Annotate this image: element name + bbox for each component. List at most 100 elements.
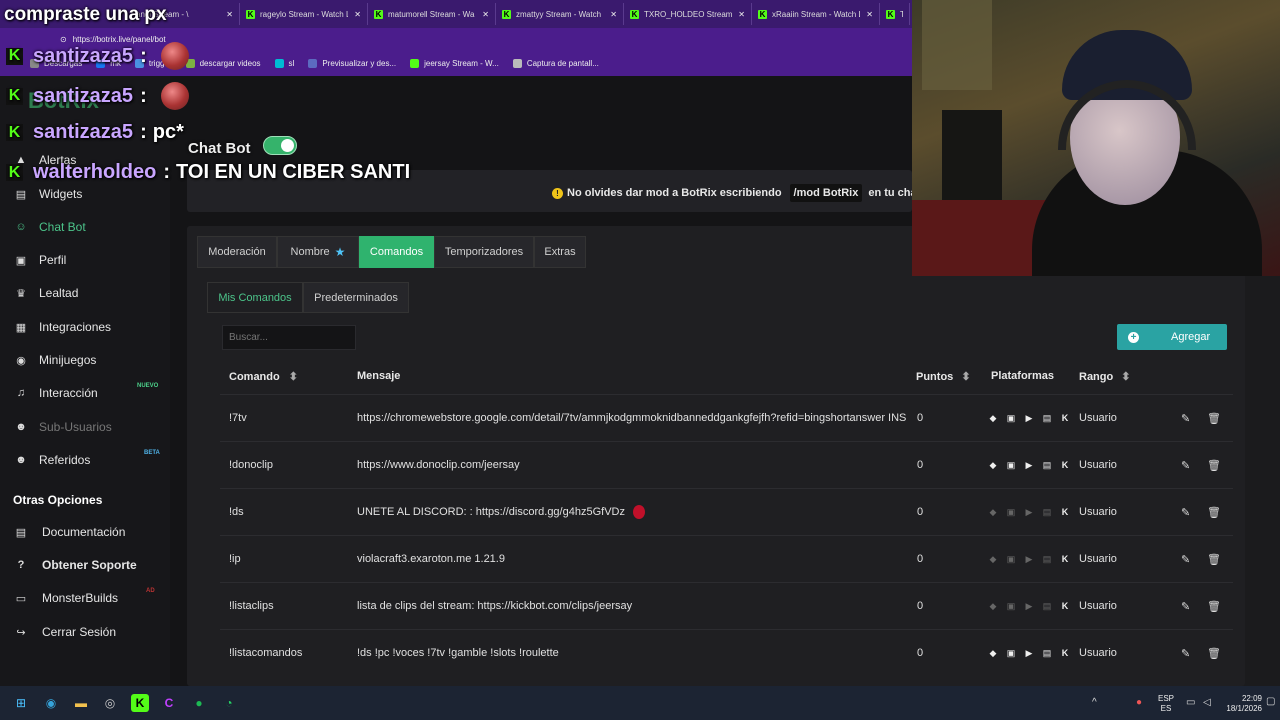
browser-tab[interactable]: KT [880,3,910,25]
kick-platform-icon[interactable]: ◆ [987,600,999,612]
discord-icon[interactable]: ▤ [1041,600,1053,612]
discord-icon[interactable]: ▤ [1041,647,1053,659]
sidebar-item-cerrar-sesi-n[interactable]: ↪ Cerrar Sesión [14,625,116,639]
delete-icon[interactable]: 🗑 [1207,412,1221,425]
tray-chevron-icon[interactable]: ^ [1092,697,1097,708]
browser-tab[interactable]: K TXRO_HOLDEO Stream - ✕ [624,3,752,25]
tab-extras[interactable]: Extras [534,236,586,268]
tray-mic-icon[interactable]: ● [1136,697,1142,708]
tray-volume-icon[interactable]: ◁ [1203,697,1211,708]
subtab-predeterminados[interactable]: Predeterminados [303,282,409,313]
kick-icon[interactable]: K [1059,600,1071,612]
sidebar-item-obtener-soporte[interactable]: ? Obtener Soporte [14,558,137,572]
bookmark-item[interactable]: jeersay Stream - W... [410,58,499,68]
browser-tab[interactable]: Kzmattyy Stream - Watch ✕ [496,3,624,25]
close-tab-icon[interactable]: ✕ [354,10,361,19]
edit-icon[interactable]: ✎ [1181,459,1190,472]
browser-tab[interactable]: Krageylo Stream - Watch L ✕ [240,3,368,25]
sidebar-item-lealtad[interactable]: ♛ Lealtad [14,286,78,300]
windows-start-icon[interactable]: ⊞ [12,694,30,712]
kick-platform-icon[interactable]: ◆ [987,647,999,659]
clock[interactable]: 22:09 18/1/2026 [1222,694,1262,714]
sidebar-item-perfil[interactable]: ▣ Perfil [14,253,67,267]
sidebar-item-widgets[interactable]: ▤ Widgets [14,187,83,201]
close-tab-icon[interactable]: ✕ [866,10,873,19]
close-tab-icon[interactable]: ✕ [610,10,617,19]
tab-temporizadores[interactable]: Temporizadores [434,236,534,268]
edit-icon[interactable]: ✎ [1181,553,1190,566]
bookmark-item[interactable]: Previsualizar y des... [308,58,396,68]
kick-platform-icon[interactable]: ◆ [987,459,999,471]
edge-icon[interactable]: ◉ [42,694,60,712]
youtube-icon[interactable]: ▶ [1023,600,1035,612]
subtab-mis-comandos[interactable]: Mis Comandos [207,282,303,313]
header-comando[interactable]: Comando ⬍ [229,370,298,383]
add-command-button[interactable]: + Agregar [1117,324,1227,350]
edit-icon[interactable]: ✎ [1181,600,1190,613]
discord-icon[interactable]: ▤ [1041,506,1053,518]
youtube-icon[interactable]: ▶ [1023,647,1035,659]
delete-icon[interactable]: 🗑 [1207,647,1221,660]
discord-icon[interactable]: ▤ [1041,459,1053,471]
header-puntos[interactable]: Puntos ⬍ [916,370,971,383]
sidebar-item-documentaci-n[interactable]: ▤ Documentación [14,525,126,539]
header-rango[interactable]: Rango ⬍ [1079,370,1131,383]
kick-app-icon[interactable]: K [131,694,149,712]
browser-tab[interactable]: Kmatumorell Stream - Wa ✕ [368,3,496,25]
close-tab-icon[interactable]: ✕ [738,10,745,19]
kick-icon[interactable]: K [1059,459,1071,471]
youtube-icon[interactable]: ▶ [1023,412,1035,424]
tab-nombre[interactable]: Nombre ★ [277,236,359,268]
bookmark-item[interactable]: descargar videos [185,58,261,68]
sidebar-item-monsterbuilds[interactable]: ▭ MonsterBuilds AD [14,588,155,605]
delete-icon[interactable]: 🗑 [1207,459,1221,472]
language-indicator[interactable]: ESP ES [1158,694,1174,714]
edit-icon[interactable]: ✎ [1181,506,1190,519]
file-explorer-icon[interactable]: ▬ [72,694,90,712]
close-tab-icon[interactable]: ✕ [482,10,489,19]
sidebar-item-integraciones[interactable]: ▦ Integraciones [14,320,111,334]
search-input[interactable] [222,325,356,350]
delete-icon[interactable]: 🗑 [1207,506,1221,519]
browser-tab[interactable]: KxRaaiin Stream - Watch L ✕ [752,3,880,25]
tray-network-icon[interactable]: ▭ [1186,697,1195,708]
edit-icon[interactable]: ✎ [1181,412,1190,425]
twitch-icon[interactable]: ▣ [1005,506,1017,518]
chatbot-toggle[interactable] [263,136,297,155]
spotify-icon[interactable]: ● [190,694,208,712]
bookmark-item[interactable]: sl [274,58,294,68]
twitch-icon[interactable]: ▣ [1005,459,1017,471]
youtube-icon[interactable]: ▶ [1023,553,1035,565]
sidebar-item-interacci-n[interactable]: ♫ Interacción NUEVO [14,383,158,400]
discord-icon[interactable]: ▤ [1041,412,1053,424]
delete-icon[interactable]: 🗑 [1207,600,1221,613]
kick-platform-icon[interactable]: ◆ [987,412,999,424]
sidebar-item-minijuegos[interactable]: ◉ Minijuegos [14,353,96,367]
twitch-icon[interactable]: ▣ [1005,647,1017,659]
twitch-icon[interactable]: ▣ [1005,600,1017,612]
youtube-icon[interactable]: ▶ [1023,506,1035,518]
tab-comandos[interactable]: Comandos [359,236,434,268]
edit-icon[interactable]: ✎ [1181,647,1190,660]
youtube-icon[interactable]: ▶ [1023,459,1035,471]
kick-icon[interactable]: K [1059,506,1071,518]
app-c-icon[interactable]: C [160,694,178,712]
kick-icon[interactable]: K [1059,647,1071,659]
discord-icon[interactable]: ▤ [1041,553,1053,565]
whatsapp-icon[interactable]: ◔ [220,694,238,712]
kick-platform-icon[interactable]: ◆ [987,553,999,565]
bookmark-item[interactable]: Captura de pantall... [512,58,599,68]
kick-icon[interactable]: K [1059,553,1071,565]
sidebar-item-referidos[interactable]: ☻ Referidos BETA [14,450,160,467]
twitch-icon[interactable]: ▣ [1005,412,1017,424]
close-tab-icon[interactable]: ✕ [226,10,233,19]
notification-icon[interactable]: ▢ [1266,696,1275,707]
delete-icon[interactable]: 🗑 [1207,553,1221,566]
kick-icon[interactable]: K [1059,412,1071,424]
sidebar-item-chat-bot[interactable]: ☺ Chat Bot [14,220,85,234]
sidebar-item-sub-usuarios[interactable]: ☻ Sub-Usuarios [14,420,112,434]
chrome-icon[interactable]: ◎ [101,694,119,712]
kick-platform-icon[interactable]: ◆ [987,506,999,518]
tab-moderacion[interactable]: Moderación [197,236,277,268]
twitch-icon[interactable]: ▣ [1005,553,1017,565]
